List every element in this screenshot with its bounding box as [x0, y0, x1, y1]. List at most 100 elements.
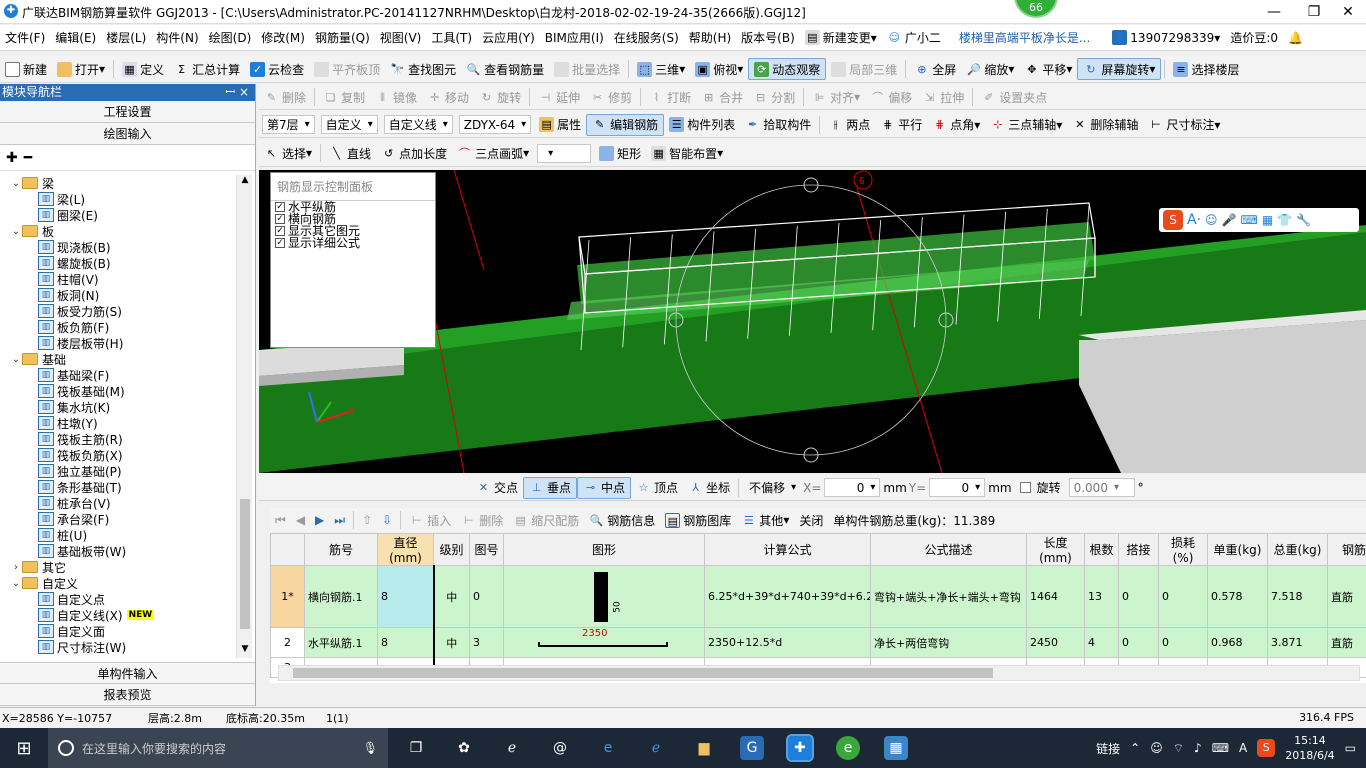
tree-item[interactable]: ▥ 螺旋板(B) [0, 255, 255, 271]
offset-button[interactable]: ⌒ 偏移 [865, 86, 917, 108]
rebar-info-button[interactable]: 🔍 钢筋信息 [584, 509, 660, 531]
tree-item[interactable]: ▥ 自定义点 [0, 591, 255, 607]
pinwheel-app-icon[interactable]: ✿ [452, 736, 476, 760]
zoom-button[interactable]: 🔎 缩放 ▾ [961, 58, 1019, 80]
scroll-up-icon[interactable]: ▲ [237, 175, 253, 189]
rotate-checkbox[interactable] [1019, 482, 1031, 493]
move-down-icon[interactable]: ⇩ [377, 509, 397, 531]
collapse-all-icon[interactable]: ━ [24, 150, 32, 166]
windows-start-icon[interactable]: ⊞ [0, 738, 48, 759]
dimension-button[interactable]: ⊢ 尺寸标注 ▾ [1143, 114, 1225, 136]
spiral-app-icon[interactable]: @ [548, 736, 572, 760]
select-button[interactable]: ↖ 选择 ▾ [259, 142, 317, 164]
snap-vertex[interactable]: ☆ 顶点 [631, 477, 683, 499]
other-button[interactable]: ☰ 其他 ▾ [736, 509, 794, 531]
cell-bar-no[interactable]: 水平纵筋.1 [304, 627, 378, 658]
rebar-library-button[interactable]: ▤ 钢筋图库 [660, 509, 736, 531]
3d-button[interactable]: ⬚ 三维 ▾ [632, 58, 690, 80]
row-index[interactable]: 2 [270, 627, 305, 658]
tree-item[interactable]: ▥ 基础板带(W) [0, 543, 255, 559]
rotate-input[interactable]: 0.000 [1068, 478, 1135, 497]
menu-floor[interactable]: 楼层(L) [101, 27, 151, 49]
tree-item[interactable]: ▥ 尺寸标注(W) [0, 639, 255, 654]
cell-count[interactable]: 4 [1084, 627, 1119, 658]
pan-button[interactable]: ✥ 平移 ▾ [1019, 58, 1077, 80]
menu-view[interactable]: 视图(V) [375, 27, 427, 49]
align-button[interactable]: ⊫ 对齐 ▾ [807, 86, 865, 108]
bell-icon[interactable]: 🔔 [1283, 27, 1308, 49]
scroll-down-icon[interactable]: ▼ [237, 644, 253, 658]
tree-folder[interactable]: ⌄ 基础 [0, 351, 255, 367]
tree-item[interactable]: ▥ 柱墩(Y) [0, 415, 255, 431]
local-3d-button[interactable]: 局部三维 [826, 58, 902, 80]
tree-item[interactable]: ▥ 自定义线(X) NEW [0, 607, 255, 623]
subtype-select[interactable]: 自定义线 [383, 115, 453, 134]
view-rebar-button[interactable]: 🔍 查看钢筋量 [461, 58, 549, 80]
microphone-icon[interactable]: 🎙 [363, 741, 378, 755]
keyboard-icon[interactable]: ⌨ [1241, 213, 1258, 227]
cell-rebar-type[interactable]: 直筋 [1327, 565, 1366, 628]
prev-record-icon[interactable]: ◀ [291, 509, 310, 531]
menu-online[interactable]: 在线服务(S) [609, 27, 684, 49]
snap-coordinate[interactable]: ⅄ 坐标 [683, 477, 735, 499]
expand-toggle-icon[interactable]: › [10, 562, 22, 573]
tray-ime-label[interactable]: A [1239, 741, 1247, 755]
tree-item[interactable]: ▥ 承台梁(F) [0, 511, 255, 527]
menu-edit[interactable]: 编辑(E) [50, 27, 101, 49]
tree-item[interactable]: ▥ 圈梁(E) [0, 207, 255, 223]
drawing-input-button[interactable]: 绘图输入 [0, 123, 255, 145]
green-app-icon[interactable]: e [836, 736, 860, 760]
two-point-axis-button[interactable]: ⫲ 两点 [823, 114, 875, 136]
menu-modify[interactable]: 修改(M) [256, 27, 310, 49]
header-count[interactable]: 根数 [1084, 533, 1119, 566]
tree-item[interactable]: ▥ 集水坑(K) [0, 399, 255, 415]
project-settings-button[interactable]: 工程设置 [0, 101, 255, 123]
cell-loss[interactable]: 0 [1158, 627, 1208, 658]
cell-loss[interactable]: 0 [1158, 565, 1208, 628]
header-figure-no[interactable]: 图号 [469, 533, 504, 566]
orbit-button[interactable]: ⟳ 动态观察 [748, 58, 827, 80]
stretch-button[interactable]: ⇲ 拉伸 [917, 86, 969, 108]
expand-toggle-icon[interactable]: ⌄ [10, 354, 22, 365]
tree-item[interactable]: ▥ 条形基础(T) [0, 479, 255, 495]
cell-unit-weight[interactable]: 0.578 [1207, 565, 1268, 628]
tree-item[interactable]: ▥ 基础梁(F) [0, 367, 255, 383]
menu-rebar[interactable]: 钢筋量(Q) [310, 27, 375, 49]
tray-sogou-icon[interactable]: S [1257, 739, 1276, 757]
edge-icon[interactable]: e [596, 736, 620, 760]
rotate-button[interactable]: ↻ 旋转 [474, 86, 526, 108]
task-view-icon[interactable]: ❐ [404, 736, 428, 760]
delete-button[interactable]: ✎ 删除 [259, 86, 311, 108]
offset-select[interactable]: 不偏移 [745, 478, 800, 497]
arc-option-select[interactable] [537, 143, 592, 163]
tree-folder[interactable]: ⌄ 自定义 [0, 575, 255, 591]
calc-button[interactable]: Σ 汇总计算 [169, 58, 245, 80]
header-lap[interactable]: 搭接 [1118, 533, 1159, 566]
break-button[interactable]: ⌇ 打断 [644, 86, 696, 108]
table-row[interactable]: 1* 横向钢筋.1 8 中 0 50 6.25*d+39*d+740+39*d+… [270, 565, 1366, 628]
tree-item[interactable]: ▥ 筏板基础(M) [0, 383, 255, 399]
move-up-icon[interactable]: ⇧ [357, 509, 377, 531]
cell-formula[interactable]: 6.25*d+39*d+740+39*d+6.25*d [704, 565, 871, 628]
menu-cloud[interactable]: 云应用(Y) [477, 27, 540, 49]
menu-component[interactable]: 构件(N) [151, 27, 203, 49]
tree-item[interactable]: ▥ 梁(L) [0, 191, 255, 207]
menu-bim[interactable]: BIM应用(I) [540, 27, 609, 49]
cell-figure-no[interactable]: 0 [469, 565, 504, 628]
cell-rebar-type[interactable]: 直筋 [1327, 627, 1366, 658]
new-change-button[interactable]: ▤ 新建变更 ▾ [800, 27, 882, 49]
point-angle-button[interactable]: ⋕ 点角 ▾ [927, 114, 985, 136]
cell-formula[interactable]: 2350+12.5*d [704, 627, 871, 658]
header-bar-no[interactable]: 筋号 [304, 533, 378, 566]
x-input[interactable]: 0 [824, 478, 881, 497]
mirror-button[interactable]: ⫴ 镜像 [370, 86, 422, 108]
top-view-button[interactable]: ▣ 俯视 ▾ [690, 58, 748, 80]
copy-button[interactable]: ❏ 复制 [318, 86, 370, 108]
header-loss[interactable]: 损耗(%) [1158, 533, 1208, 566]
cell-diameter[interactable]: 8 [377, 565, 435, 628]
snap-perpendicular[interactable]: ⊥ 垂点 [523, 476, 578, 499]
header-diameter[interactable]: 直径(mm) [377, 533, 434, 566]
tray-link-label[interactable]: 链接 [1096, 740, 1120, 757]
cell-shape[interactable]: 2350 [503, 627, 705, 658]
cell-shape[interactable]: 50 [503, 565, 705, 628]
